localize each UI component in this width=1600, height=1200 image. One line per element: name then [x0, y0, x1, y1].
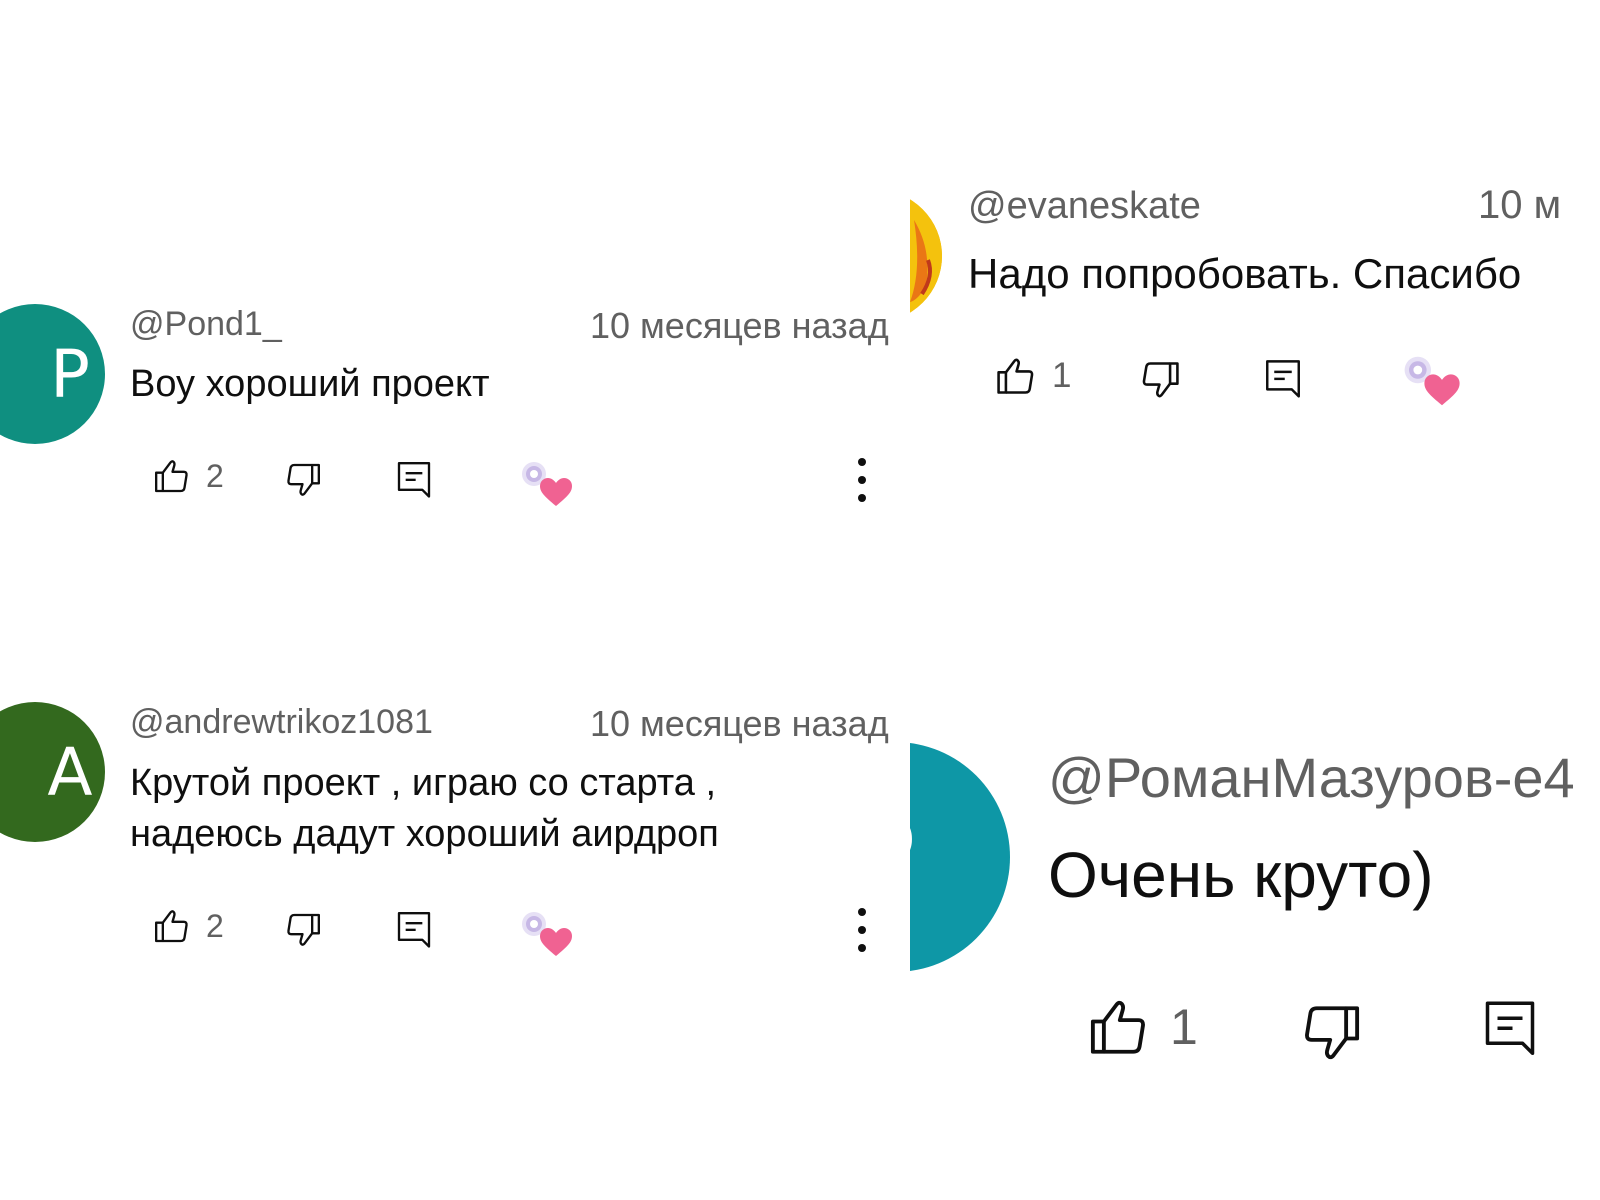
comment-card-pond1: P @Pond1_ 10 месяцев назад Воу хороший п…: [0, 0, 910, 600]
like-count: 2: [206, 907, 224, 944]
comment-author[interactable]: @andrewtrikoz1081: [130, 703, 433, 742]
comment-author[interactable]: @РоманМазуров-е4: [1048, 745, 1575, 810]
thumbs-down-icon: [283, 460, 323, 500]
comment-card-evaneskate: @evaneskate 10 м Надо попробовать. Спаси…: [910, 0, 1600, 600]
more-vertical-icon[interactable]: [852, 906, 872, 961]
avatar[interactable]: A: [0, 702, 105, 842]
thumbs-up-icon: [152, 906, 192, 946]
avatar-letter: A: [47, 733, 93, 811]
reply-button[interactable]: [394, 458, 434, 500]
more-vertical-icon[interactable]: [852, 456, 872, 511]
comment-text: Очень круто): [1048, 839, 1434, 911]
reply-comment-icon: [394, 458, 434, 500]
dislike-button[interactable]: [1138, 358, 1182, 402]
thumbs-down-icon: [1138, 358, 1182, 402]
like-count: 1: [1052, 356, 1072, 395]
comment-timestamp[interactable]: 10 м: [1478, 183, 1561, 228]
dislike-button[interactable]: [1298, 1000, 1364, 1066]
like-button[interactable]: 2: [152, 906, 224, 946]
avatar[interactable]: [910, 190, 942, 322]
comment-card-roman-mazurov: Р @РоманМазуров-е4 Очень круто) 1: [910, 600, 1600, 1200]
reply-comment-icon: [1262, 355, 1304, 401]
like-button[interactable]: 2: [152, 456, 224, 496]
creator-heart-icon: [516, 458, 576, 515]
like-button[interactable]: 1: [994, 354, 1071, 398]
dislike-button[interactable]: [283, 910, 323, 950]
reply-button[interactable]: [394, 908, 434, 950]
dislike-button[interactable]: [283, 460, 323, 500]
reply-comment-icon: [1480, 994, 1540, 1060]
thumbs-up-icon: [152, 456, 192, 496]
comment-timestamp[interactable]: 10 месяцев назад: [590, 305, 889, 347]
avatar[interactable]: P: [0, 304, 105, 444]
like-count: 1: [1170, 999, 1198, 1055]
avatar-letter: P: [50, 335, 90, 413]
reply-button[interactable]: [1480, 994, 1540, 1060]
avatar-letter: Р: [910, 793, 916, 921]
comment-text-line-1: Крутой проект , играю со старта ,: [130, 762, 717, 804]
like-count: 2: [206, 457, 224, 494]
comment-timestamp[interactable]: 10 месяцев назад: [590, 703, 889, 745]
comment-card-andrewtrikoz: A @andrewtrikoz1081 10 месяцев назад Кру…: [0, 600, 910, 1200]
reply-comment-icon: [394, 908, 434, 950]
like-button[interactable]: 1: [1086, 994, 1198, 1060]
comment-text: Воу хороший проект: [130, 363, 490, 405]
thumbs-up-icon: [1086, 994, 1152, 1060]
avatar-image: [910, 199, 942, 313]
thumbs-up-icon: [994, 354, 1038, 398]
creator-heart-icon: [1398, 352, 1464, 415]
creator-heart-icon: [516, 908, 576, 965]
reply-button[interactable]: [1262, 355, 1304, 401]
thumbs-down-icon: [283, 910, 323, 950]
comment-author[interactable]: @Pond1_: [130, 305, 282, 344]
comment-text: Надо попробовать. Спасибо: [968, 250, 1522, 297]
comment-text-line-2: надеюсь дадут хороший аирдроп: [130, 813, 719, 855]
comment-author[interactable]: @evaneskate: [968, 185, 1201, 228]
avatar[interactable]: Р: [910, 742, 1010, 972]
thumbs-down-icon: [1298, 1000, 1364, 1066]
